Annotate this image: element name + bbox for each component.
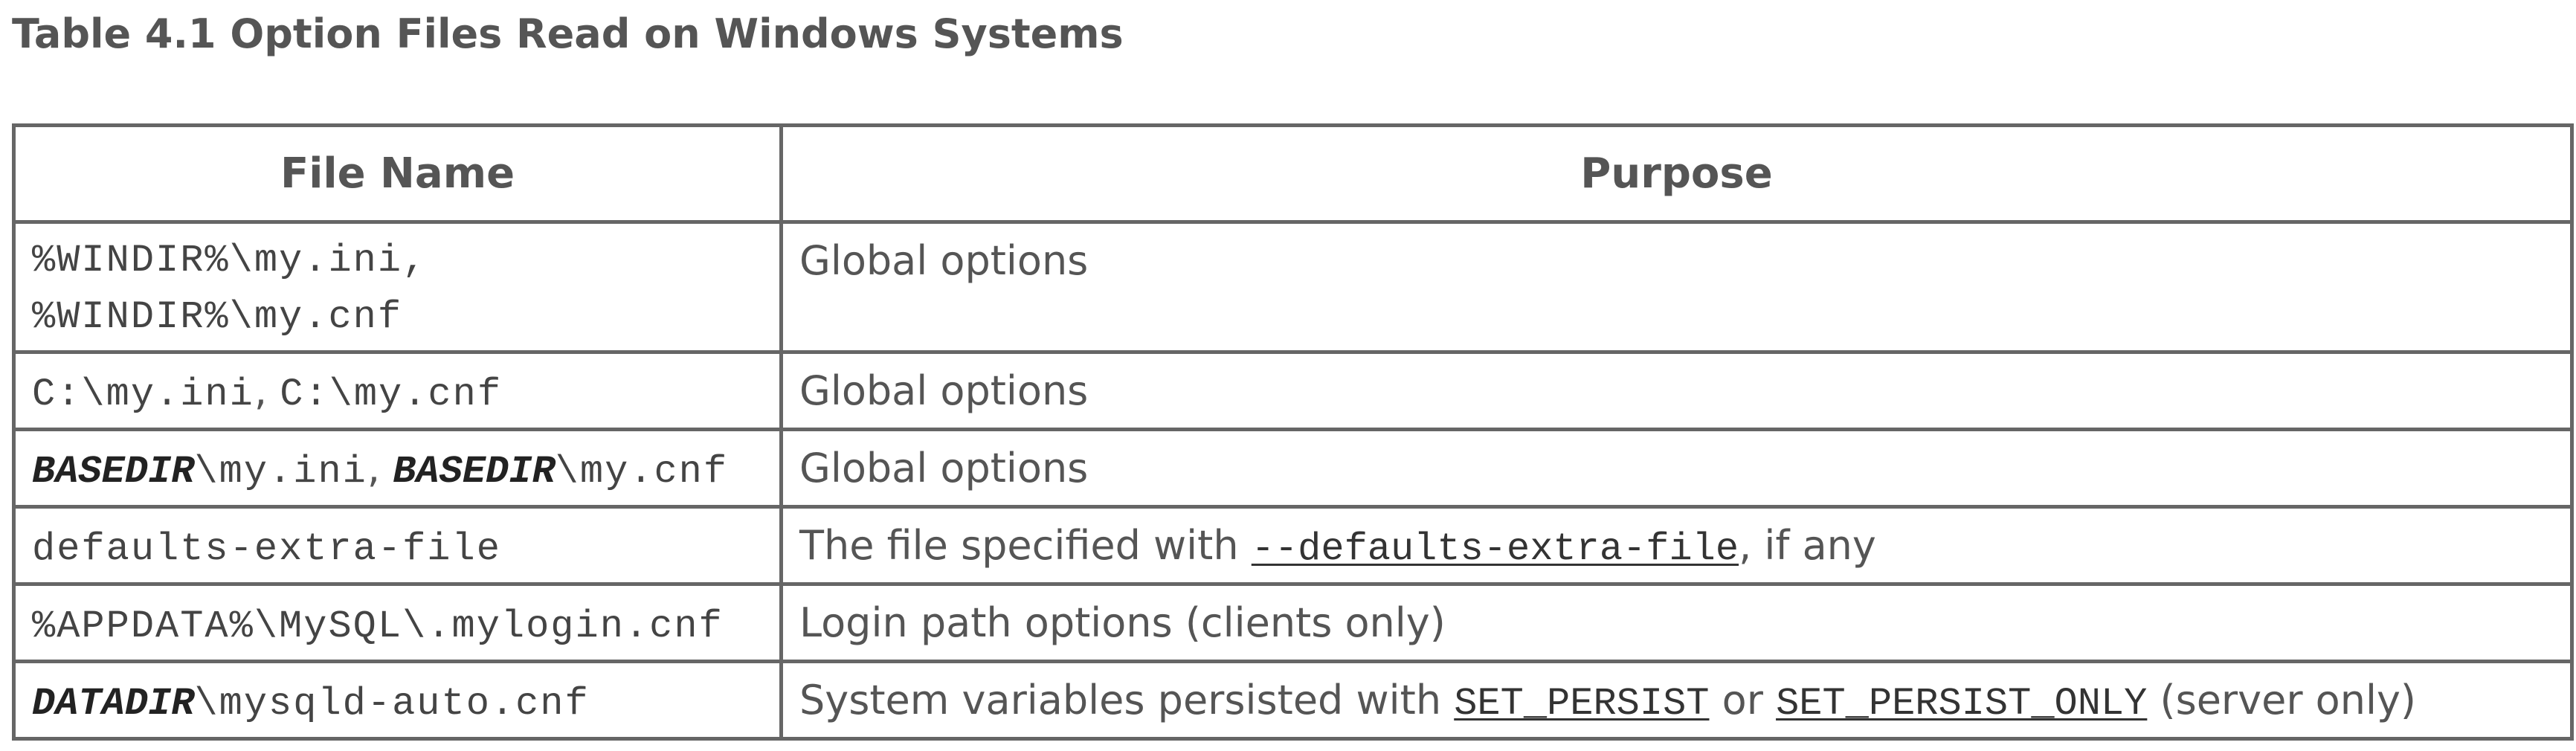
- basedir-variable: BASEDIR: [393, 450, 556, 494]
- set-persist-link[interactable]: SET_PERSIST: [1454, 682, 1709, 726]
- file-name-cell: BASEDIR\my.ini, BASEDIR\my.cnf: [12, 428, 783, 509]
- purpose-cell: Global options: [779, 350, 2574, 431]
- purpose-cell: Global options: [779, 428, 2574, 509]
- file-path: C:\my.cnf: [280, 373, 503, 416]
- header-file-name: File Name: [12, 123, 783, 224]
- separator-text: ,: [254, 367, 280, 414]
- purpose-text: System variables persisted with: [799, 677, 1455, 723]
- file-path: \my.ini: [194, 450, 367, 494]
- file-path: \my.cnf: [555, 450, 729, 494]
- purpose-text: Login path options (clients only): [799, 599, 1446, 646]
- table-row: BASEDIR\my.ini, BASEDIR\my.cnf Global op…: [12, 428, 2574, 509]
- file-path: %APPDATA%\MySQL\.mylogin.cnf: [32, 605, 724, 648]
- separator-text: ,: [367, 445, 393, 491]
- file-path: C:\my.ini: [32, 373, 254, 416]
- purpose-cell: The file specified with --defaults-extra…: [779, 505, 2574, 586]
- table-row: C:\my.ini, C:\my.cnf Global options: [12, 350, 2574, 431]
- purpose-text: The file specified with: [799, 522, 1252, 569]
- purpose-cell: System variables persisted with SET_PERS…: [779, 660, 2574, 741]
- basedir-variable: BASEDIR: [32, 450, 195, 494]
- table-header-row: File Name Purpose: [12, 123, 2574, 224]
- table-row: %APPDATA%\MySQL\.mylogin.cnf Login path …: [12, 582, 2574, 663]
- file-name-cell: C:\my.ini, C:\my.cnf: [12, 350, 783, 431]
- header-purpose: Purpose: [779, 123, 2574, 224]
- set-persist-only-link[interactable]: SET_PERSIST_ONLY: [1776, 682, 2147, 726]
- table-caption: Table 4.1 Option Files Read on Windows S…: [12, 10, 1124, 57]
- file-path: %WINDIR%\my.ini,: [32, 239, 428, 283]
- option-files-table: File Name Purpose %WINDIR%\my.ini, %WIND…: [12, 123, 2574, 741]
- purpose-cell: Global options: [779, 220, 2574, 354]
- purpose-text: Global options: [799, 237, 1089, 284]
- defaults-extra-file-link[interactable]: --defaults-extra-file: [1252, 527, 1739, 571]
- file-name-cell: %WINDIR%\my.ini, %WINDIR%\my.cnf: [12, 220, 783, 354]
- file-name-cell: %APPDATA%\MySQL\.mylogin.cnf: [12, 582, 783, 663]
- table-row: %WINDIR%\my.ini, %WINDIR%\my.cnf Global …: [12, 220, 2574, 354]
- file-path: defaults-extra-file: [32, 527, 501, 571]
- table-row: DATADIR\mysqld-auto.cnf System variables…: [12, 660, 2574, 741]
- datadir-variable: DATADIR: [32, 682, 195, 726]
- file-name-cell: DATADIR\mysqld-auto.cnf: [12, 660, 783, 741]
- purpose-cell: Login path options (clients only): [779, 582, 2574, 663]
- purpose-text: (server only): [2147, 677, 2416, 723]
- file-path: \mysqld-auto.cnf: [194, 682, 590, 726]
- file-path: %WINDIR%\my.cnf: [32, 295, 403, 339]
- purpose-text: or: [1709, 677, 1777, 723]
- purpose-text: , if any: [1739, 522, 1876, 569]
- file-name-cell: defaults-extra-file: [12, 505, 783, 586]
- table-row: defaults-extra-file The file specified w…: [12, 505, 2574, 586]
- purpose-text: Global options: [799, 367, 1089, 414]
- purpose-text: Global options: [799, 445, 1089, 491]
